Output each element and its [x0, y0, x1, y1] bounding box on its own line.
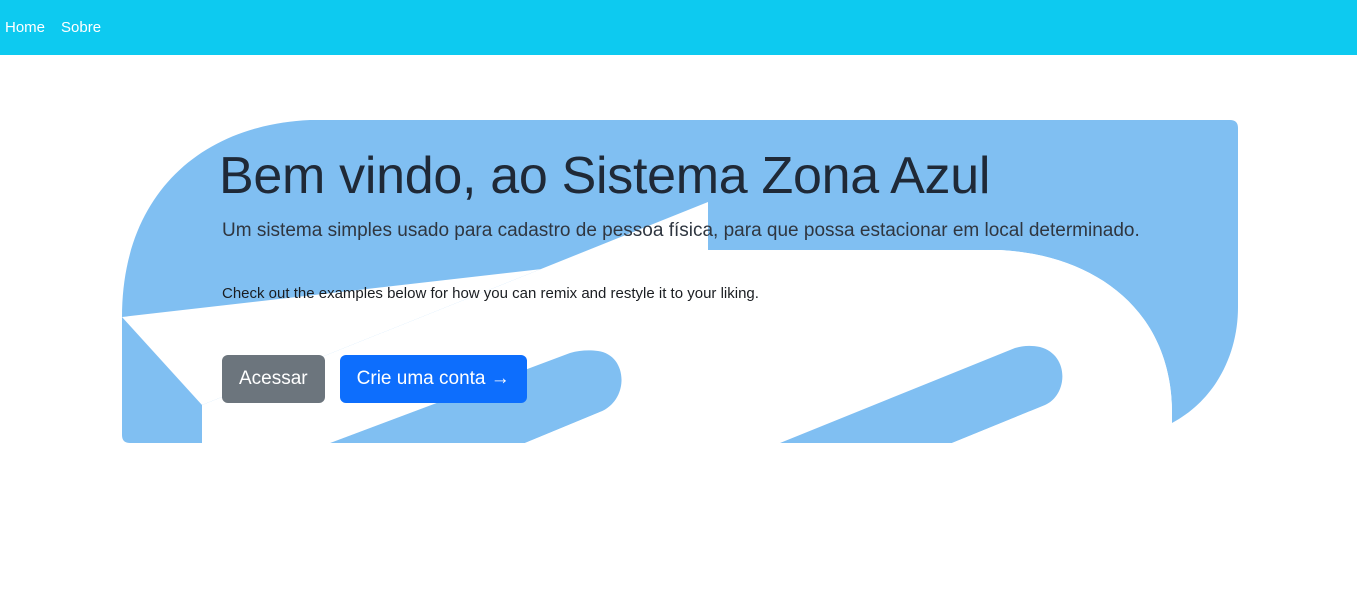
- hero-title: Bem vindo, ao Sistema Zona Azul: [219, 147, 991, 205]
- hero-content: Bem vindo, ao Sistema Zona Azul Um siste…: [219, 147, 1222, 403]
- hero-button-row: Acessar Crie uma conta →: [222, 355, 527, 403]
- hero-shape-bottom: [122, 317, 202, 443]
- hero-lead-text: Um sistema simples usado para cadastro d…: [222, 219, 1140, 241]
- hero-section: Bem vindo, ao Sistema Zona Azul Um siste…: [0, 55, 1357, 606]
- hero-background-shape: [122, 120, 1238, 443]
- nav-home-link[interactable]: Home: [5, 19, 45, 36]
- create-account-button[interactable]: Crie uma conta →: [339, 355, 527, 403]
- hero-body-text: Check out the examples below for how you…: [222, 285, 759, 303]
- top-navbar: Home Sobre: [0, 0, 1357, 55]
- acessar-button[interactable]: Acessar: [222, 355, 325, 403]
- nav-sobre-link[interactable]: Sobre: [61, 19, 101, 36]
